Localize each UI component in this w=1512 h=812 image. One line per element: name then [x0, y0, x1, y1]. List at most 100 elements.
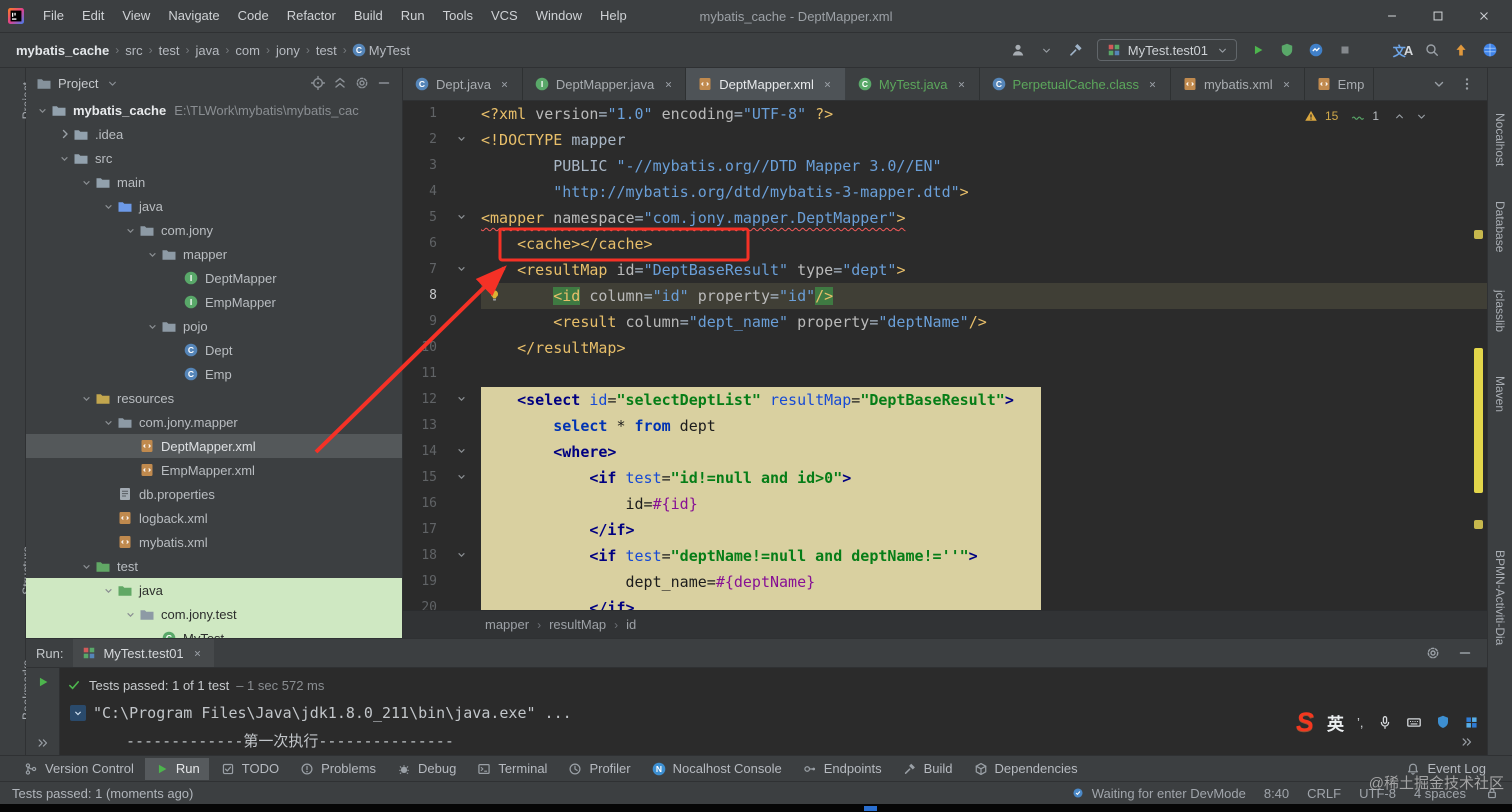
expand-right-icon[interactable]: [35, 735, 51, 751]
tree-item-deptmapper[interactable]: I DeptMapper: [26, 266, 402, 290]
editor-breadcrumb-id[interactable]: id: [626, 617, 636, 632]
close-icon[interactable]: [954, 76, 970, 92]
tree-item-java[interactable]: java: [26, 578, 402, 602]
code-text[interactable]: <where>: [481, 439, 616, 465]
toolwindow-button-todo[interactable]: TODO: [211, 758, 288, 780]
fold-icon[interactable]: [455, 262, 468, 278]
fold-icon[interactable]: [455, 444, 468, 460]
minimize-button[interactable]: [1384, 8, 1400, 24]
tool-stripe-nocalhost[interactable]: Nocalhost: [1493, 113, 1507, 166]
code-text[interactable]: "http://mybatis.org/dtd/mybatis-3-mapper…: [481, 179, 968, 205]
toolwindow-button-build[interactable]: Build: [893, 758, 962, 780]
code-text[interactable]: id=#{id}: [481, 491, 697, 517]
toolwindow-button-profiler[interactable]: Profiler: [558, 758, 639, 780]
code-text[interactable]: <if test="id!=null and id>0">: [481, 465, 851, 491]
tab-perpetualcache-class[interactable]: C PerpetualCache.class: [980, 68, 1171, 100]
tool-stripe-database[interactable]: Database: [1493, 201, 1507, 252]
close-icon[interactable]: [660, 76, 676, 92]
menu-item-file[interactable]: File: [34, 0, 73, 32]
close-icon[interactable]: [1145, 76, 1161, 92]
tree-item-mytest[interactable]: C MyTest: [26, 626, 402, 638]
tree-chevron-icon[interactable]: [56, 152, 73, 165]
breadcrumb-class[interactable]: MyTest: [367, 43, 412, 58]
tree-item-com-jony-test[interactable]: com.jony.test: [26, 602, 402, 626]
chev-down-sm-icon[interactable]: [1413, 108, 1429, 124]
search-icon[interactable]: [1424, 42, 1440, 58]
tree-chevron-icon[interactable]: [144, 248, 161, 261]
editor-breadcrumb-resultmap[interactable]: resultMap: [549, 617, 606, 632]
code-text[interactable]: </if>: [481, 517, 634, 543]
tree-item-pojo[interactable]: pojo: [26, 314, 402, 338]
line-number[interactable]: 7: [403, 257, 437, 283]
ime-language-mode[interactable]: 英: [1327, 710, 1344, 735]
line-number[interactable]: 18: [403, 543, 437, 569]
menu-item-vcs[interactable]: VCS: [482, 0, 527, 32]
tab-dept-java[interactable]: C Dept.java: [403, 68, 523, 100]
code-text[interactable]: <resultMap id="DeptBaseResult" type="dep…: [481, 257, 905, 283]
line-number[interactable]: 17: [403, 517, 437, 543]
collapse-all-icon[interactable]: [332, 75, 348, 91]
tab-emp[interactable]: Emp: [1305, 68, 1375, 100]
tree-chevron-icon[interactable]: [100, 416, 117, 429]
toolwindow-button-endpoints[interactable]: Endpoints: [793, 758, 891, 780]
code-text[interactable]: select * from dept: [481, 413, 716, 439]
close-button[interactable]: [1476, 8, 1492, 24]
inspections-widget[interactable]: 15 1: [1303, 108, 1429, 124]
breadcrumb-item[interactable]: test: [314, 43, 339, 58]
line-number[interactable]: 5: [403, 205, 437, 231]
tree-chevron-icon[interactable]: [144, 320, 161, 333]
status-segment-crlf[interactable]: CRLF: [1307, 786, 1341, 801]
status-segment-waiting-for-enter-devmode[interactable]: Waiting for enter DevMode: [1070, 785, 1246, 801]
line-number[interactable]: 6: [403, 231, 437, 257]
tree-item-dept[interactable]: C Dept: [26, 338, 402, 362]
breadcrumb-item[interactable]: java: [194, 43, 222, 58]
tree-item-emp[interactable]: C Emp: [26, 362, 402, 386]
tree-item-mapper[interactable]: mapper: [26, 242, 402, 266]
more-vert-icon[interactable]: [1459, 76, 1475, 92]
breadcrumb-item[interactable]: jony: [274, 43, 302, 58]
user-icon[interactable]: [1010, 42, 1026, 58]
tree-item-mybatis-xml[interactable]: mybatis.xml: [26, 530, 402, 554]
line-number[interactable]: 14: [403, 439, 437, 465]
tab-deptmapper-xml[interactable]: DeptMapper.xml: [686, 68, 846, 100]
breadcrumb-item[interactable]: mybatis_cache: [14, 43, 111, 58]
code-text[interactable]: dept_name=#{deptName}: [481, 569, 815, 595]
line-number[interactable]: 4: [403, 179, 437, 205]
line-number[interactable]: 3: [403, 153, 437, 179]
line-number[interactable]: 13: [403, 413, 437, 439]
tree-item-mybatis-cache[interactable]: mybatis_cache E:\TLWork\mybatis\mybatis_c…: [26, 98, 402, 122]
tree-chevron-icon[interactable]: [78, 560, 95, 573]
run-configuration-combo[interactable]: MyTest.test01: [1096, 39, 1237, 61]
chevron-down-icon[interactable]: [1431, 76, 1447, 92]
close-icon[interactable]: [1279, 76, 1295, 92]
code-editor[interactable]: 1 <?xml version="1.0" encoding="UTF-8" ?>…: [403, 101, 1487, 610]
toolwindow-button-version-control[interactable]: Version Control: [14, 758, 143, 780]
shield-icon[interactable]: [1435, 714, 1451, 730]
coverage-icon[interactable]: [1279, 42, 1295, 58]
blue-ball-icon[interactable]: [1482, 42, 1498, 58]
code-text[interactable]: <result column="dept_name" property="dep…: [481, 309, 987, 335]
tree-item-main[interactable]: main: [26, 170, 402, 194]
tree-chevron-icon[interactable]: [100, 584, 117, 597]
toolwindow-button-problems[interactable]: Problems: [290, 758, 385, 780]
tree-item-logback-xml[interactable]: logback.xml: [26, 506, 402, 530]
fold-icon[interactable]: [455, 392, 468, 408]
menu-item-view[interactable]: View: [113, 0, 159, 32]
translate-icon[interactable]: 文A: [1393, 42, 1413, 59]
tree-item-com-jony[interactable]: com.jony: [26, 218, 402, 242]
code-text[interactable]: PUBLIC "-//mybatis.org//DTD Mapper 3.0//…: [481, 153, 941, 179]
line-number[interactable]: 12: [403, 387, 437, 413]
stop-icon[interactable]: [1337, 42, 1353, 58]
menu-item-edit[interactable]: Edit: [73, 0, 113, 32]
play-icon[interactable]: [1250, 42, 1266, 58]
tree-chevron-icon[interactable]: [100, 200, 117, 213]
tree-chevron-icon[interactable]: [78, 392, 95, 405]
line-number[interactable]: 9: [403, 309, 437, 335]
line-number[interactable]: 19: [403, 569, 437, 595]
tool-stripe-maven[interactable]: Maven: [1493, 376, 1507, 412]
toolwindow-button-debug[interactable]: Debug: [387, 758, 465, 780]
fold-icon[interactable]: [455, 210, 468, 226]
settings-icon[interactable]: [354, 75, 370, 91]
line-number[interactable]: 15: [403, 465, 437, 491]
toolwindow-button-nocalhost-console[interactable]: N Nocalhost Console: [642, 758, 791, 780]
